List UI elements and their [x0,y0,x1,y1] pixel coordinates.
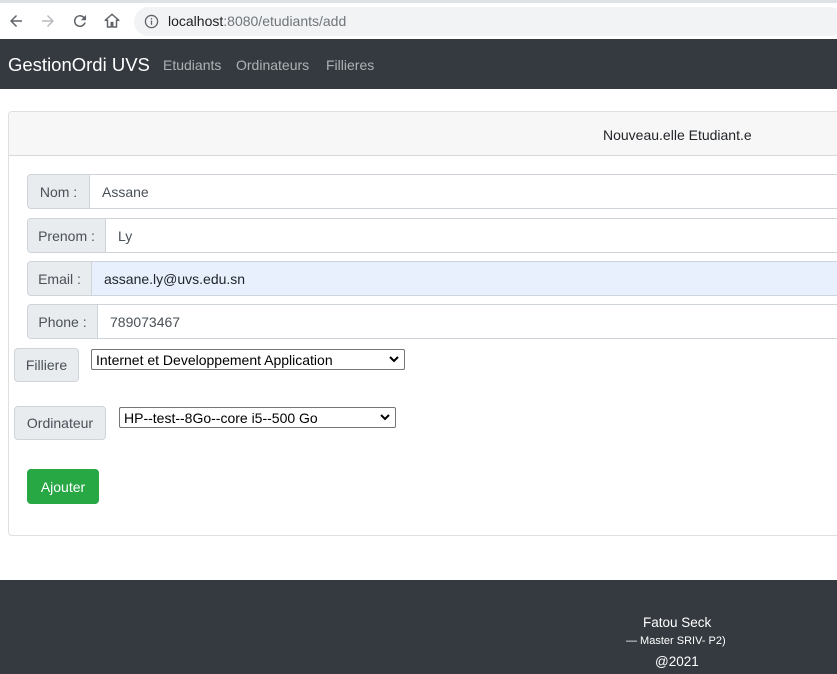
filliere-label: Filliere [14,348,79,382]
nav-link-etudiants[interactable]: Etudiants [163,57,221,73]
chevron-down-icon [380,414,390,421]
prenom-label: Prenom : [27,218,106,253]
reload-icon[interactable] [69,10,91,32]
address-bar[interactable]: localhost:8080/etudiants/add [134,7,837,36]
footer-author: Fatou Seck [643,615,712,630]
student-form-card: Nouveau.elle Etudiant.e Nom : Assane Pre… [8,111,837,536]
phone-input[interactable]: 789073467 [98,304,837,339]
prenom-input[interactable]: Ly [106,218,837,253]
phone-label: Phone : [27,304,98,339]
ordinateur-select[interactable]: HP--test--8Go--core i5--500 Go [119,407,396,428]
nom-input-group: Nom : Assane [27,174,837,209]
ordinateur-label: Ordinateur [14,406,106,440]
app-navbar: GestionOrdi UVS Etudiants Ordinateurs Fi… [0,39,837,89]
email-input[interactable]: assane.ly@uvs.edu.sn [92,261,837,296]
nom-input[interactable]: Assane [90,174,837,209]
chevron-down-icon [389,356,399,363]
ajouter-button[interactable]: Ajouter [27,469,99,504]
card-title: Nouveau.elle Etudiant.e [603,127,752,143]
email-input-group: Email : assane.ly@uvs.edu.sn [27,261,837,296]
brand-link[interactable]: GestionOrdi UVS [8,54,150,76]
phone-input-group: Phone : 789073467 [27,304,837,339]
filliere-selected-value: Internet et Developpement Application [96,351,333,368]
filliere-select[interactable]: Internet et Developpement Application [91,349,405,370]
nav-link-ordinateurs[interactable]: Ordinateurs [236,57,309,73]
back-icon[interactable] [5,10,27,32]
url-text: localhost:8080/etudiants/add [168,13,347,29]
browser-toolbar: localhost:8080/etudiants/add [0,0,837,39]
footer-year: @2021 [655,654,699,669]
nav-link-fillieres[interactable]: Fillieres [326,57,374,73]
footer: Fatou Seck — Master SRIV- P2) @2021 [0,580,837,674]
info-icon[interactable] [144,14,159,29]
card-header: Nouveau.elle Etudiant.e [9,112,837,156]
ordinateur-selected-value: HP--test--8Go--core i5--500 Go [124,409,318,426]
forward-icon[interactable] [37,10,59,32]
email-label: Email : [27,261,92,296]
nom-label: Nom : [27,174,90,209]
home-icon[interactable] [101,10,123,32]
footer-program: — Master SRIV- P2) [626,635,726,647]
prenom-input-group: Prenom : Ly [27,218,837,253]
